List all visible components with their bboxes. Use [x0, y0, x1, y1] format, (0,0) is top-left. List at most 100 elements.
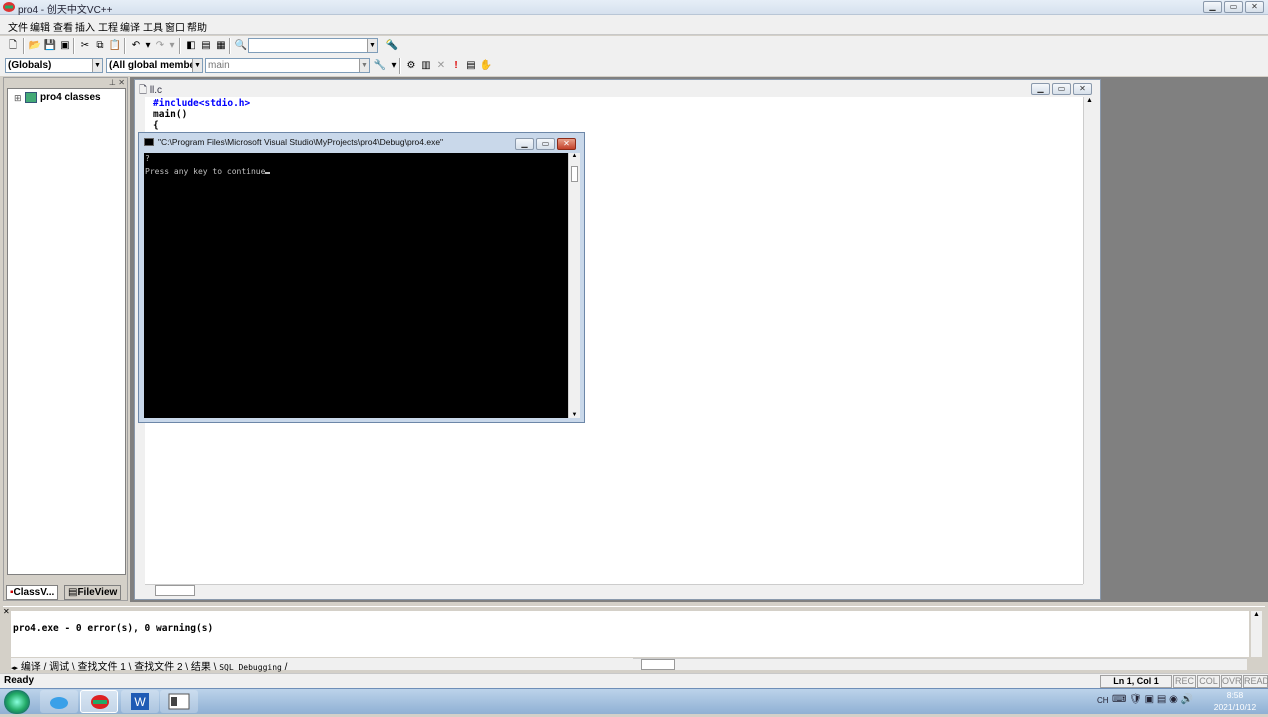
code-line: main(): [153, 109, 188, 120]
expand-icon[interactable]: ⊞: [14, 93, 22, 104]
save-icon[interactable]: 💾: [42, 38, 58, 53]
cursor-position: Ln 1, Col 1: [1100, 675, 1172, 688]
console-title: "C:\Program Files\Microsoft Visual Studi…: [158, 137, 444, 147]
stop-build-icon[interactable]: ✕: [433, 58, 449, 73]
classes-icon: [25, 92, 37, 103]
wizardbar-toolbar: (Globals) ▼ (All global members ▼ main ▼ 🔧 …: [0, 56, 1268, 76]
tab-classview[interactable]: ▪ClassV...: [6, 585, 59, 600]
console-icon: [144, 138, 154, 146]
output-hscrollbar[interactable]: [633, 658, 1247, 670]
tray-icons[interactable]: ⌨ 🛡 ▣ ▤ ◉ 🔊: [1112, 694, 1193, 705]
menu-help[interactable]: 帮助: [187, 19, 207, 34]
editor-close-button[interactable]: ✕: [1073, 83, 1092, 95]
minimize-button[interactable]: ▁: [1203, 1, 1222, 13]
menu-project[interactable]: 工程: [98, 19, 118, 34]
workspace-panel: ⊥ ✕ ⊞ pro4 classes ▪ClassV... ▤FileView: [3, 77, 128, 601]
taskbar-console-icon[interactable]: [160, 690, 198, 713]
status-bar: Ready Ln 1, Col 1 REC COL OVR READ: [0, 673, 1268, 688]
input-language[interactable]: CH: [1097, 696, 1109, 705]
tab-find1[interactable]: 查找文件 1: [78, 662, 126, 673]
menu-window[interactable]: 窗口: [165, 19, 185, 34]
menu-build[interactable]: 编译: [120, 19, 140, 34]
output-text-area[interactable]: pro4.exe - 0 error(s), 0 warning(s): [11, 611, 1249, 657]
find-combo[interactable]: ▼: [248, 38, 378, 53]
menu-tools[interactable]: 工具: [143, 19, 163, 34]
tree-root-label[interactable]: pro4 classes: [40, 92, 101, 103]
paste-icon[interactable]: 📋: [107, 38, 123, 53]
find-in-files-icon[interactable]: 🔍: [233, 38, 249, 53]
compile-icon[interactable]: ⚙: [403, 58, 419, 73]
console-close-button[interactable]: ✕: [557, 138, 576, 150]
scope-combo[interactable]: (Globals) ▼: [5, 58, 103, 73]
menu-bar: 文件 编辑 查看 插入 工程 编译 工具 窗口 帮助: [0, 15, 1268, 35]
editor-hscrollbar[interactable]: [145, 584, 1083, 596]
restore-button[interactable]: ▭: [1224, 1, 1243, 13]
output-panel: ✕ pro4.exe - 0 error(s), 0 warning(s) ▲ …: [3, 606, 1265, 673]
breakpoint-icon[interactable]: ✋: [478, 58, 494, 73]
tab-fileview[interactable]: ▤FileView: [64, 585, 122, 600]
console-line: Press any key to continue: [145, 167, 567, 176]
cursor: [265, 172, 271, 174]
redo-dropdown-icon[interactable]: ▾: [164, 38, 180, 53]
output-close-icon[interactable]: ✕: [3, 607, 10, 616]
console-window: "C:\Program Files\Microsoft Visual Studi…: [138, 132, 585, 423]
build-result: pro4.exe - 0 error(s), 0 warning(s): [13, 623, 214, 634]
window-list-icon[interactable]: ▦: [213, 38, 229, 53]
editor-vscrollbar[interactable]: ▲: [1083, 97, 1095, 584]
col-indicator: COL: [1197, 675, 1220, 688]
new-file-icon[interactable]: 🗋: [5, 38, 21, 53]
rec-indicator: REC: [1173, 675, 1196, 688]
save-all-icon[interactable]: ▣: [57, 38, 73, 53]
taskbar-word-icon[interactable]: W: [121, 690, 159, 713]
open-icon[interactable]: 📂: [27, 38, 43, 53]
menu-insert[interactable]: 插入: [75, 19, 95, 34]
workspace-icon[interactable]: ◧: [183, 38, 199, 53]
class-tree[interactable]: ⊞ pro4 classes: [7, 88, 126, 575]
clock-date[interactable]: 2021/10/12: [1208, 702, 1262, 712]
copy-icon[interactable]: ⧉: [92, 38, 108, 53]
menu-file[interactable]: 文件: [8, 19, 28, 34]
output-icon[interactable]: ▤: [198, 38, 214, 53]
go-icon[interactable]: ▤: [463, 58, 479, 73]
clock-time[interactable]: 8:58: [1215, 690, 1255, 700]
console-maximize-button[interactable]: ▭: [536, 138, 555, 150]
start-button[interactable]: [4, 690, 30, 714]
function-combo[interactable]: main ▼: [205, 58, 370, 73]
tab-results[interactable]: 结果: [191, 662, 211, 673]
taskbar-vc-icon[interactable]: [80, 690, 118, 713]
editor-minimize-button[interactable]: ▁: [1031, 83, 1050, 95]
editor-maximize-button[interactable]: ▭: [1052, 83, 1071, 95]
menu-edit[interactable]: 编辑: [30, 19, 50, 34]
tab-debug[interactable]: 调试: [49, 662, 69, 673]
code-line: {: [153, 120, 159, 131]
console-line: ?: [145, 154, 150, 163]
find-icon[interactable]: 🔦: [384, 38, 400, 53]
console-scrollbar[interactable]: ▲ ▼: [568, 153, 580, 418]
cut-icon[interactable]: ✂: [77, 38, 93, 53]
tab-sql-debugging[interactable]: SQL Debugging: [219, 663, 282, 672]
svg-text:W: W: [134, 695, 146, 709]
build-icon[interactable]: ▥: [418, 58, 434, 73]
tab-find2[interactable]: 查找文件 2: [134, 662, 182, 673]
output-vscrollbar[interactable]: ▲: [1251, 611, 1262, 657]
console-minimize-button[interactable]: ▁: [515, 138, 534, 150]
code-line: #include<stdio.h>: [153, 98, 251, 109]
standard-toolbar: 🗋 📂 💾 ▣ ✂ ⧉ 📋 ↶ ▾ ↷ ▾ ◧ ▤ ▦ 🔍 ▼ 🔦: [0, 36, 1268, 56]
tab-build[interactable]: 编译: [21, 662, 41, 673]
members-combo[interactable]: (All global members ▼: [106, 58, 203, 73]
app-icon: [2, 1, 16, 13]
console-output[interactable]: ? Press any key to continue: [144, 153, 568, 418]
window-titlebar: pro4 - 创天中文VC++ ▁ ▭ ✕: [0, 0, 1268, 16]
file-icon: 🗋: [139, 85, 148, 96]
workspace-close-icon[interactable]: ⊥ ✕: [109, 78, 125, 87]
menu-view[interactable]: 查看: [53, 19, 73, 34]
taskbar: W CH ⌨ 🛡 ▣ ▤ ◉ 🔊 8:58 2021/10/12: [0, 688, 1268, 714]
output-tabs: ◂▸ 编译 / 调试 \ 查找文件 1 \ 查找文件 2 \ 结果 \ SQL …: [11, 658, 633, 673]
taskbar-cloud-icon[interactable]: [40, 690, 78, 713]
window-title: pro4 - 创天中文VC++: [18, 5, 113, 16]
status-text: Ready: [4, 675, 35, 686]
read-indicator: READ: [1243, 675, 1268, 688]
execute-icon[interactable]: !: [448, 58, 464, 73]
ovr-indicator: OVR: [1221, 675, 1242, 688]
close-button[interactable]: ✕: [1245, 1, 1264, 13]
